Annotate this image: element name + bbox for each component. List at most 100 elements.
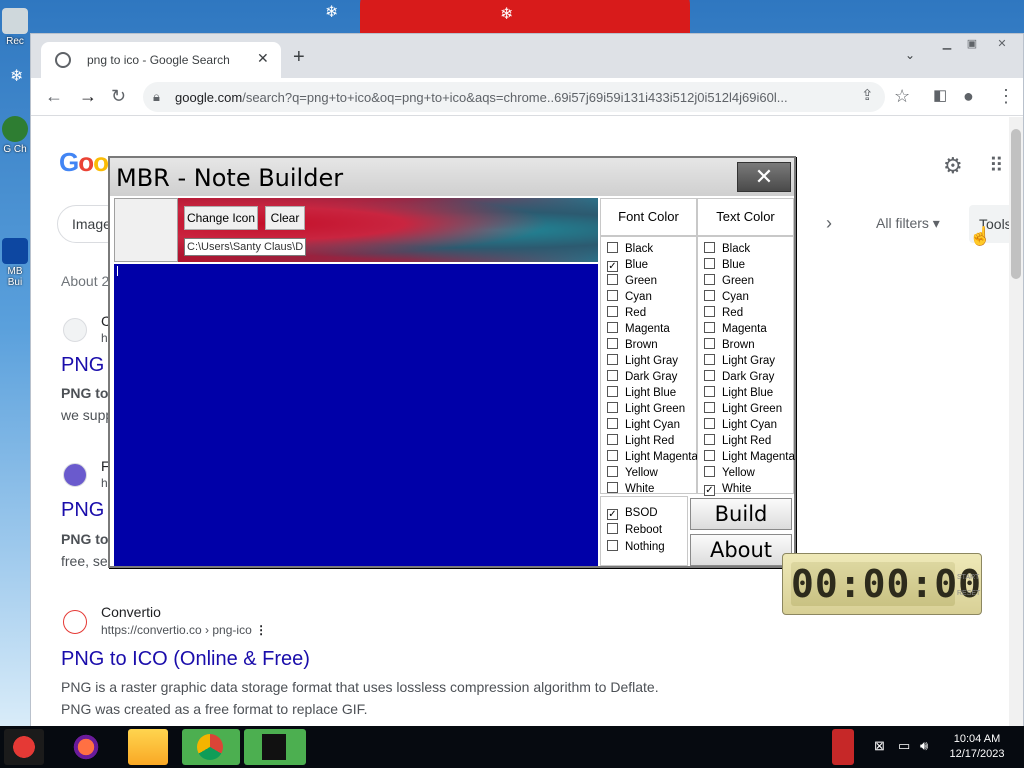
- mbr-builder-taskbar-button[interactable]: [244, 729, 306, 765]
- settings-gear-icon[interactable]: ⚙: [943, 153, 963, 179]
- color-option[interactable]: Dark Gray: [704, 369, 774, 385]
- color-option[interactable]: Green: [704, 273, 754, 289]
- checkbox[interactable]: [704, 338, 715, 349]
- checkbox[interactable]: [607, 290, 618, 301]
- checkbox[interactable]: [704, 354, 715, 365]
- color-option[interactable]: Black: [704, 241, 750, 257]
- checkbox[interactable]: [704, 370, 715, 381]
- checkbox[interactable]: [607, 418, 618, 429]
- url-text[interactable]: google.com/search?q=png+to+ico&oq=png+to…: [175, 90, 875, 105]
- checkbox[interactable]: [704, 450, 715, 461]
- lock-icon[interactable]: 🔒︎: [153, 89, 160, 105]
- google-logo[interactable]: Goo: [59, 147, 109, 178]
- checkbox[interactable]: [607, 242, 618, 253]
- result-cite[interactable]: h: [101, 331, 108, 345]
- all-filters-button[interactable]: All filters ▾: [876, 215, 940, 232]
- checkbox-checked[interactable]: ✓: [704, 485, 715, 496]
- build-button[interactable]: Build: [690, 498, 792, 530]
- color-option[interactable]: Magenta: [607, 321, 670, 337]
- new-tab-button[interactable]: +: [293, 46, 305, 69]
- color-option[interactable]: ✓ BSOD: [607, 505, 658, 521]
- mbr-titlebar[interactable]: MBR - Note Builder ✕: [110, 158, 794, 196]
- about-button[interactable]: About: [690, 534, 792, 566]
- color-option[interactable]: Red: [704, 305, 743, 321]
- checkbox[interactable]: [607, 434, 618, 445]
- address-bar[interactable]: 🔒︎ google.com/search?q=png+to+ico&oq=png…: [143, 82, 885, 112]
- color-option[interactable]: Nothing: [607, 539, 665, 555]
- chevron-right-icon[interactable]: ›: [826, 213, 832, 234]
- color-option[interactable]: Light Green: [704, 401, 782, 417]
- checkbox[interactable]: [704, 466, 715, 477]
- color-option[interactable]: Light Red: [704, 433, 771, 449]
- desktop-icon-recycle-bin[interactable]: Rec: [0, 8, 30, 47]
- color-option[interactable]: Cyan: [607, 289, 652, 305]
- color-option[interactable]: ✓ Blue: [607, 257, 648, 273]
- result-cite[interactable]: h: [101, 476, 108, 490]
- color-option[interactable]: Light Red: [607, 433, 674, 449]
- result-site-name[interactable]: Convertio: [101, 604, 161, 620]
- volume-icon[interactable]: 🔊︎: [920, 738, 928, 754]
- checkbox[interactable]: [607, 370, 618, 381]
- color-option[interactable]: Light Gray: [704, 353, 775, 369]
- checkbox[interactable]: [607, 523, 618, 534]
- file-explorer-icon[interactable]: [128, 729, 168, 765]
- checkbox[interactable]: [704, 242, 715, 253]
- checkbox[interactable]: [607, 482, 618, 493]
- checkbox-checked[interactable]: ✓: [607, 509, 618, 520]
- close-tab-icon[interactable]: ✕: [257, 50, 269, 67]
- color-option[interactable]: Light Cyan: [704, 417, 777, 433]
- note-text-editor[interactable]: [114, 264, 598, 566]
- checkbox[interactable]: [607, 450, 618, 461]
- mbr-close-button[interactable]: ✕: [737, 162, 791, 192]
- timer-start-button[interactable]: START: [957, 574, 979, 581]
- color-option[interactable]: Light Magenta: [704, 449, 795, 465]
- google-apps-icon[interactable]: ⠿: [989, 153, 1004, 178]
- back-icon[interactable]: ←: [45, 86, 63, 106]
- change-icon-button[interactable]: Change Icon: [184, 206, 258, 230]
- checkbox[interactable]: [607, 354, 618, 365]
- page-scrollbar[interactable]: [1009, 117, 1023, 727]
- display-icon[interactable]: ▭: [898, 738, 910, 754]
- checkbox[interactable]: [607, 306, 618, 317]
- reload-icon[interactable]: ↻: [111, 86, 126, 106]
- checkbox[interactable]: [704, 290, 715, 301]
- timer-widget[interactable]: 00:00:00 START RESET: [782, 553, 982, 615]
- more-options-icon[interactable]: ⋮: [255, 623, 267, 637]
- tab-google-search[interactable]: png to ico - Google Search ✕: [41, 42, 281, 78]
- result-title-link[interactable]: PNG to ICO (Online & Free): [61, 648, 310, 671]
- close-window-button[interactable]: ✕: [991, 36, 1013, 52]
- color-option[interactable]: Light Cyan: [607, 417, 680, 433]
- profile-avatar-icon[interactable]: ●: [963, 86, 974, 106]
- checkbox[interactable]: [607, 338, 618, 349]
- color-option[interactable]: Blue: [704, 257, 745, 273]
- color-option[interactable]: White: [607, 481, 654, 497]
- system-clock[interactable]: 10:04 AM 12/17/2023: [944, 732, 1010, 762]
- checkbox-checked[interactable]: ✓: [607, 261, 618, 272]
- checkbox[interactable]: [607, 402, 618, 413]
- timer-reset-button[interactable]: RESET: [957, 590, 980, 597]
- desktop-icon-chrome[interactable]: G Ch: [0, 116, 30, 155]
- checkbox[interactable]: [704, 258, 715, 269]
- start-button-santa-icon[interactable]: [4, 729, 44, 765]
- checkbox[interactable]: [704, 402, 715, 413]
- restore-button[interactable]: ▣: [961, 36, 983, 52]
- color-option[interactable]: ✓ White: [704, 481, 751, 497]
- firefox-icon[interactable]: [66, 729, 106, 765]
- share-icon[interactable]: ⇪: [861, 86, 874, 106]
- menu-kebab-icon[interactable]: ⋮: [997, 86, 1015, 106]
- color-option[interactable]: Red: [607, 305, 646, 321]
- icon-path-field[interactable]: C:\Users\Santy Claus\D: [184, 238, 306, 256]
- checkbox[interactable]: [704, 434, 715, 445]
- color-option[interactable]: Magenta: [704, 321, 767, 337]
- color-option[interactable]: Light Green: [607, 401, 685, 417]
- checkbox[interactable]: [607, 274, 618, 285]
- color-option[interactable]: Green: [607, 273, 657, 289]
- result-cite[interactable]: https://convertio.co › png-ico ⋮: [101, 623, 267, 637]
- checkbox[interactable]: [704, 386, 715, 397]
- minimize-button[interactable]: ▁: [936, 36, 958, 52]
- color-option[interactable]: Light Gray: [607, 353, 678, 369]
- checkbox[interactable]: [704, 418, 715, 429]
- side-panel-icon[interactable]: ◧: [933, 86, 947, 106]
- clear-button[interactable]: Clear: [265, 206, 305, 230]
- bookmark-star-icon[interactable]: ☆: [894, 86, 910, 106]
